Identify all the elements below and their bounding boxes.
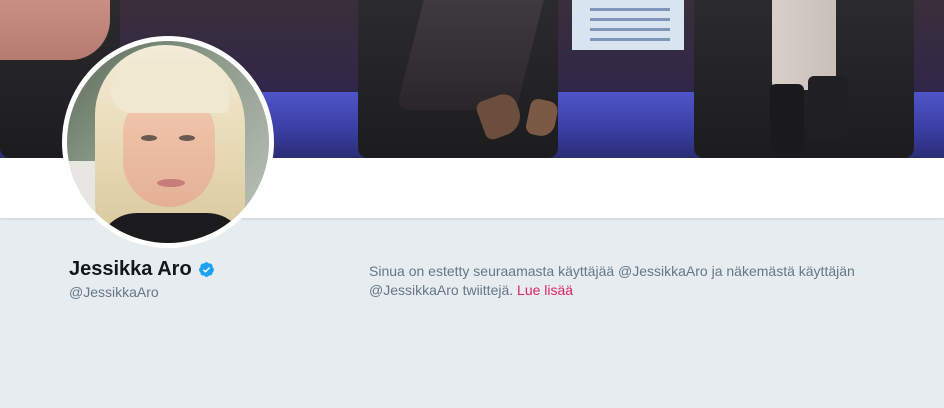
header-photo-boot bbox=[808, 76, 848, 140]
avatar-bangs bbox=[111, 61, 229, 113]
verified-badge-icon bbox=[198, 261, 215, 278]
profile-display-name[interactable]: Jessikka Aro bbox=[69, 258, 192, 281]
header-photo-screen-lines bbox=[590, 8, 670, 42]
header-photo-person bbox=[0, 0, 110, 60]
profile-avatar[interactable] bbox=[62, 36, 274, 248]
avatar-eye bbox=[179, 135, 195, 141]
avatar-photo bbox=[67, 41, 269, 243]
profile-name-row: Jessikka Aro bbox=[69, 258, 215, 281]
avatar-lips bbox=[157, 179, 185, 187]
blocked-notice: Sinua on estetty seuraamasta käyttäjää @… bbox=[369, 262, 939, 300]
avatar-eye bbox=[141, 135, 157, 141]
learn-more-link[interactable]: Lue lisää bbox=[517, 282, 573, 298]
avatar-shirt bbox=[97, 213, 247, 243]
header-photo-boot bbox=[770, 84, 804, 154]
profile-handle[interactable]: @JessikkaAro bbox=[69, 284, 159, 300]
blocked-notice-text: Sinua on estetty seuraamasta käyttäjää @… bbox=[369, 263, 855, 298]
